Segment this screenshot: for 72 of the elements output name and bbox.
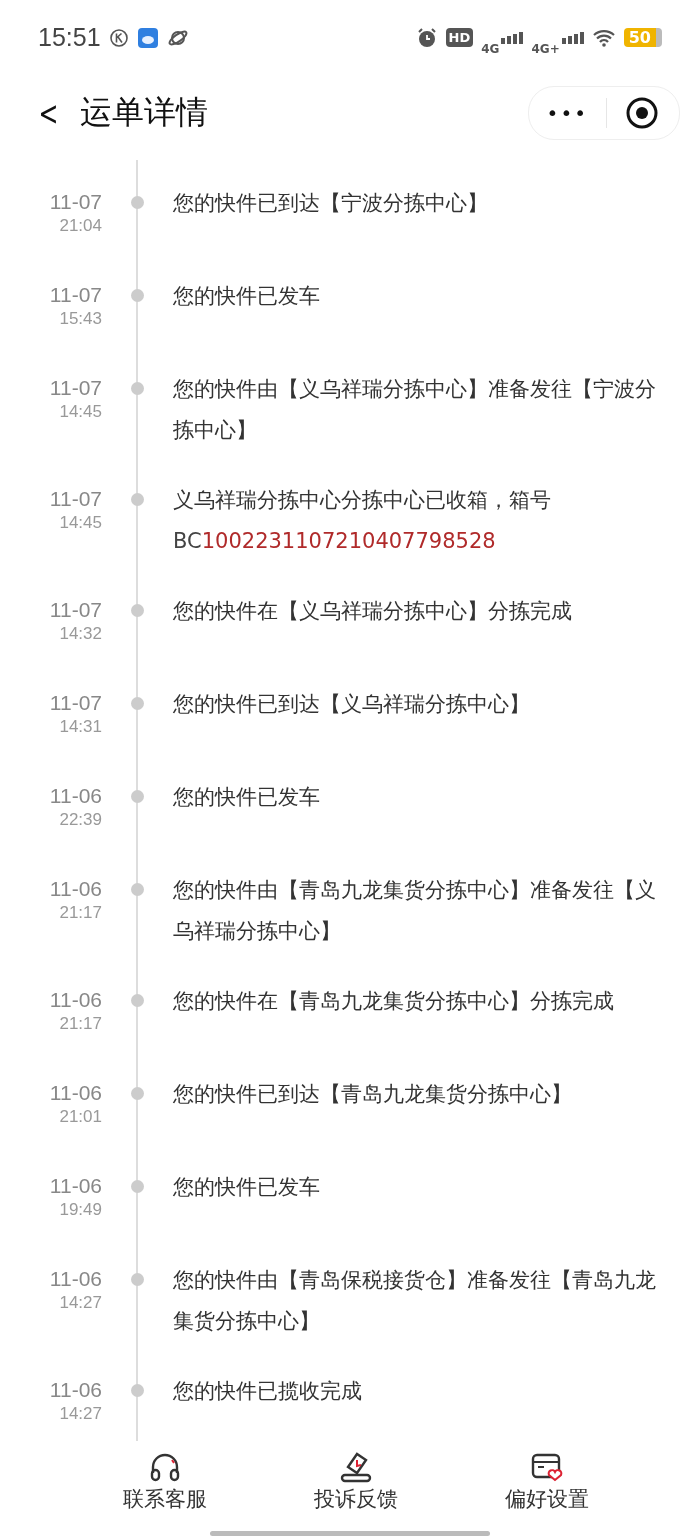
timeline-dot [130,1087,144,1100]
event-time: 21:04 [59,215,102,237]
event-date: 11-06 [49,876,102,902]
timeline-dot [130,994,144,1007]
event-time: 14:27 [59,1403,102,1425]
event-description: 您的快件已到达【宁波分拣中心】 [172,190,489,217]
k-circle-icon [108,27,129,48]
signal-icon [561,31,584,44]
timeline-dot [130,1273,144,1286]
card-heart-icon [530,1451,564,1483]
network-type: 4G+ [531,41,560,56]
event-time: 19:49 [59,1199,102,1221]
timeline-dot [130,697,144,710]
battery-indicator: 50 [623,28,662,47]
event-date: 11-06 [49,1377,102,1403]
event-time: 14:45 [59,512,102,534]
signal-icon [501,31,524,44]
event-date: 11-06 [49,783,102,809]
event-description: 您的快件已发车 [172,1174,321,1201]
event-description: 您的快件已到达【青岛九龙集货分拣中心】 [172,1081,573,1108]
event-description: 您的快件在【义乌祥瑞分拣中心】分拣完成 [172,598,573,625]
event-time: 15:43 [59,308,102,330]
wifi-icon [591,28,616,47]
more-button[interactable]: ••• [546,100,588,125]
event-description: 您的快件已到达【义乌祥瑞分拣中心】 [172,691,531,718]
timeline-dot [130,790,144,803]
close-target-icon[interactable] [625,95,659,130]
back-button[interactable]: < [38,92,60,133]
timeline-dot [130,1180,144,1193]
action-button[interactable]: 投诉反馈 [314,1451,398,1523]
ballot-icon [338,1451,374,1483]
event-date: 11-07 [49,189,102,215]
event-description: 您的快件已发车 [172,784,321,811]
event-date: 11-06 [49,1080,102,1106]
app-icon [136,26,159,49]
event-time: 14:32 [59,623,102,645]
event-description: 您的快件由【义乌祥瑞分拣中心】准备发往【宁波分拣中心】 [172,376,657,444]
event-time: 22:39 [59,809,102,831]
event-description: 您的快件由【青岛保税接货仓】准备发往【青岛九龙集货分拣中心】 [172,1267,657,1335]
event-time: 21:17 [59,1013,102,1035]
hd-badge: HD [445,28,474,47]
event-description: 您的快件已揽收完成 [172,1378,363,1405]
clock-time: 15:51 [38,23,101,52]
page-title: 运单详情 [80,91,209,133]
action-button[interactable]: 联系客服 [123,1451,207,1523]
event-date: 11-07 [49,597,102,623]
event-time: 21:01 [59,1106,102,1128]
event-time: 14:27 [59,1292,102,1314]
event-time: 14:31 [59,716,102,738]
event-description: 义乌祥瑞分拣中心分拣中心已收箱，箱号 BC1002231107210407798528 [172,487,552,555]
action-button[interactable]: 偏好设置 [505,1451,589,1523]
event-description: 您的快件已发车 [172,283,321,310]
event-time: 21:17 [59,902,102,924]
timeline-dot [130,883,144,896]
timeline-dot [130,196,144,209]
event-description: 您的快件在【青岛九龙集货分拣中心】分拣完成 [172,988,615,1015]
event-time: 14:45 [59,401,102,423]
event-date: 11-07 [49,282,102,308]
timeline-dot [130,289,144,302]
event-date: 11-06 [49,1173,102,1199]
timeline-dot [130,382,144,395]
event-description: 您的快件由【青岛九龙集货分拣中心】准备发往【义乌祥瑞分拣中心】 [172,877,657,945]
timeline-dot [130,604,144,617]
event-date: 11-07 [49,375,102,401]
headset-icon [148,1451,182,1483]
event-date: 11-06 [49,1266,102,1292]
event-date: 11-07 [49,690,102,716]
network-type: 4G [481,41,500,56]
timeline-dot [130,1384,144,1397]
timeline-dot [130,493,144,506]
event-date: 11-06 [49,987,102,1013]
event-date: 11-07 [49,486,102,512]
